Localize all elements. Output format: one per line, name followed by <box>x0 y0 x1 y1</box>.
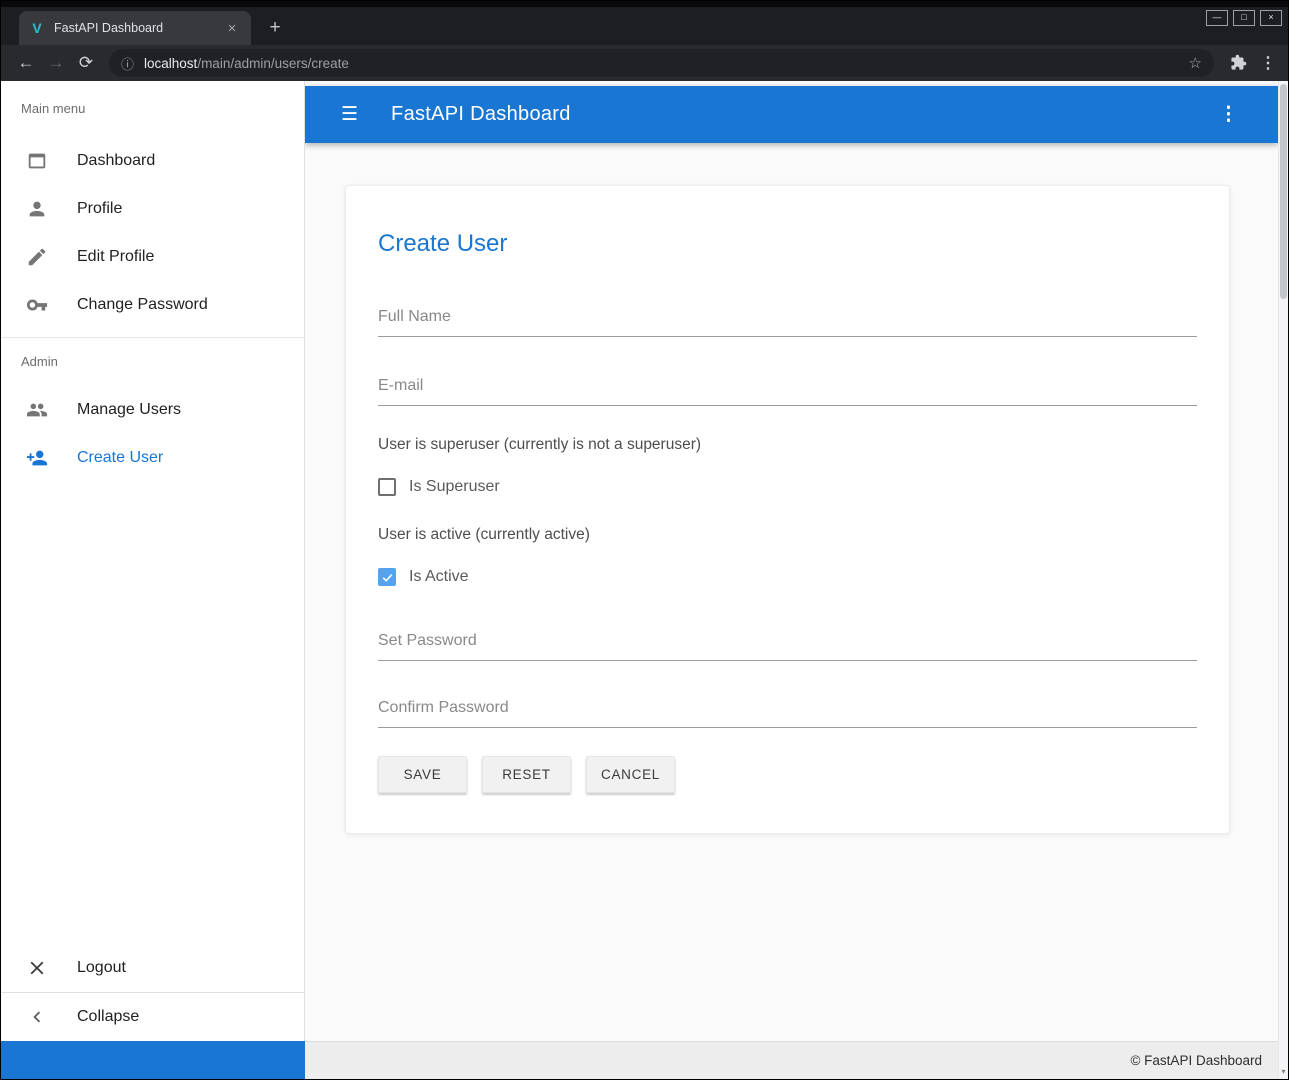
superuser-hint: User is superuser (currently is not a su… <box>378 436 1197 454</box>
new-tab-button[interactable]: + <box>263 16 287 40</box>
is-superuser-checkbox[interactable]: Is Superuser <box>378 478 1197 496</box>
browser-menu-icon[interactable]: ⋮ <box>1260 53 1276 73</box>
extensions-icon[interactable] <box>1230 54 1248 72</box>
window-controls: — □ × <box>1206 10 1282 26</box>
hamburger-menu-icon[interactable]: ☰ <box>341 103 358 126</box>
scrollbar-thumb[interactable] <box>1280 84 1287 299</box>
tab-title: FastAPI Dashboard <box>54 21 223 35</box>
copyright-text: © FastAPI Dashboard <box>1130 1053 1262 1068</box>
dashboard-icon <box>25 149 49 173</box>
app-bar-menu-icon[interactable]: ⋮ <box>1219 103 1238 126</box>
form-actions: SAVE RESET CANCEL <box>378 756 1197 793</box>
page-title: Create User <box>378 230 1197 258</box>
browser-tab[interactable]: V FastAPI Dashboard × <box>19 11 251 45</box>
app-bar-title: FastAPI Dashboard <box>391 103 571 126</box>
main-content: ☰ FastAPI Dashboard ⋮ Create User User i… <box>305 81 1278 1041</box>
logout-close-icon <box>25 956 49 980</box>
sidebar-item-change-password[interactable]: Change Password <box>1 281 304 329</box>
checkbox-label: Is Active <box>409 568 469 586</box>
sidebar-section-main-menu: Main menu <box>21 101 284 117</box>
sidebar-item-logout[interactable]: Logout <box>1 944 304 992</box>
confirm-password-input[interactable] <box>378 695 1197 728</box>
back-button[interactable]: ← <box>11 53 41 73</box>
window-close-button[interactable]: × <box>1260 10 1282 26</box>
tab-close-icon[interactable]: × <box>223 20 241 37</box>
sidebar-item-label: Profile <box>77 200 122 218</box>
vuetify-logo-icon: V <box>29 20 45 36</box>
vertical-scrollbar[interactable]: ▾ <box>1278 81 1288 1079</box>
app-bar: ☰ FastAPI Dashboard ⋮ <box>305 86 1278 143</box>
sidebar-item-label: Manage Users <box>77 401 181 419</box>
sidebar-item-profile[interactable]: Profile <box>1 185 304 233</box>
is-active-checkbox[interactable]: Is Active <box>378 568 1197 586</box>
reset-button[interactable]: RESET <box>482 756 571 793</box>
browser-toolbar: ← → ⟳ ⓘ localhost /main/admin/users/crea… <box>1 45 1288 81</box>
cancel-button[interactable]: CANCEL <box>586 756 675 793</box>
sidebar-item-dashboard[interactable]: Dashboard <box>1 137 304 185</box>
people-icon <box>25 398 49 422</box>
sidebar: Main menu Dashboard Profile Edit Profile <box>1 81 305 1041</box>
window-minimize-button[interactable]: — <box>1206 10 1228 26</box>
sidebar-item-collapse[interactable]: Collapse <box>1 993 304 1041</box>
sidebar-item-label: Collapse <box>77 1008 139 1026</box>
checkbox-unchecked-icon[interactable] <box>378 478 396 496</box>
checkbox-label: Is Superuser <box>409 478 500 496</box>
forward-button[interactable]: → <box>41 53 71 73</box>
key-icon <box>25 293 49 317</box>
sidebar-item-manage-users[interactable]: Manage Users <box>1 386 304 434</box>
sidebar-item-label: Edit Profile <box>77 248 154 266</box>
footer-bar: © FastAPI Dashboard <box>305 1041 1288 1079</box>
create-user-card: Create User User is superuser (currently… <box>345 185 1230 834</box>
full-name-input[interactable] <box>378 304 1197 337</box>
bookmark-star-icon[interactable]: ☆ <box>1189 54 1202 72</box>
sidebar-divider <box>1 337 304 338</box>
edit-pencil-icon <box>25 245 49 269</box>
save-button[interactable]: SAVE <box>378 756 467 793</box>
page: Main menu Dashboard Profile Edit Profile <box>1 81 1288 1079</box>
sidebar-item-edit-profile[interactable]: Edit Profile <box>1 233 304 281</box>
person-icon <box>25 197 49 221</box>
tab-strip: V FastAPI Dashboard × + — □ × <box>1 1 1288 45</box>
site-info-icon[interactable]: ⓘ <box>121 54 134 73</box>
sidebar-item-label: Change Password <box>77 296 208 314</box>
url-path: /main/admin/users/create <box>197 56 349 71</box>
sidebar-section-admin: Admin <box>21 354 284 370</box>
window-maximize-button[interactable]: □ <box>1233 10 1255 26</box>
sidebar-item-label: Create User <box>77 449 163 467</box>
footer-accent-bar <box>1 1041 305 1079</box>
reload-button[interactable]: ⟳ <box>71 53 101 73</box>
chevron-left-icon <box>25 1005 49 1029</box>
url-bar[interactable]: ⓘ localhost /main/admin/users/create ☆ <box>109 49 1214 77</box>
sidebar-item-create-user[interactable]: Create User <box>1 434 304 482</box>
active-hint: User is active (currently active) <box>378 526 1197 544</box>
person-add-icon <box>25 446 49 470</box>
checkbox-checked-icon[interactable] <box>378 568 396 586</box>
email-input[interactable] <box>378 373 1197 406</box>
sidebar-bottom: Logout Collapse <box>1 944 304 1041</box>
browser-window: V FastAPI Dashboard × + — □ × ← → ⟳ ⓘ lo… <box>0 0 1289 1080</box>
sidebar-item-label: Dashboard <box>77 152 155 170</box>
url-host: localhost <box>144 56 197 71</box>
set-password-input[interactable] <box>378 628 1197 661</box>
sidebar-item-label: Logout <box>77 959 126 977</box>
scrollbar-down-arrow-icon[interactable]: ▾ <box>1279 1067 1288 1076</box>
footer: © FastAPI Dashboard <box>1 1041 1288 1079</box>
